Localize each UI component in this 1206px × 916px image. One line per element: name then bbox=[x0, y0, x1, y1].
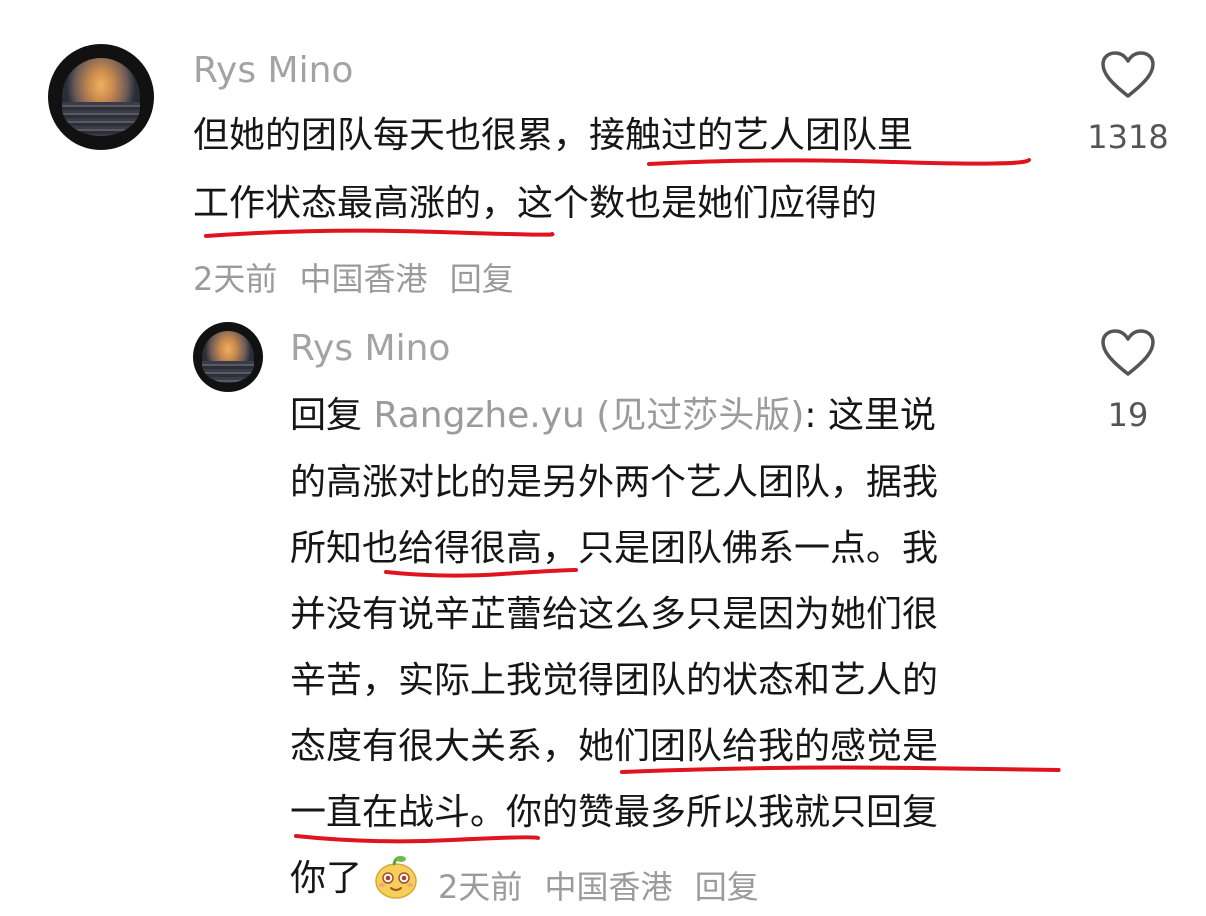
comment-text-line-2: 工作状态最高涨的，这个数也是她们应得的 bbox=[193, 183, 878, 224]
comment-meta: 2天前 中国香港 回复 bbox=[193, 254, 526, 300]
red-underline-mark-2 bbox=[204, 228, 555, 238]
smiling-bean-emoji-icon bbox=[375, 856, 417, 899]
reply-text-line-7: 一直在战斗。你的赞最多所以我就只回复 bbox=[290, 792, 939, 833]
comment-reply-button[interactable]: 回复 bbox=[450, 260, 514, 298]
comment-time: 2天前 bbox=[193, 260, 278, 298]
comment-location: 中国香港 bbox=[299, 260, 428, 298]
reply-time: 2天前 bbox=[438, 868, 523, 906]
avatar-sea-image bbox=[61, 102, 141, 137]
reply-meta: 2天前 中国香港 回复 bbox=[438, 862, 771, 908]
comment-username[interactable]: Rys Mino bbox=[193, 50, 353, 91]
reply-text-line-6: 态度有很大关系，她们团队给我的感觉是 bbox=[290, 726, 939, 767]
reply-text-line-1: 回复 Rangzhe.yu (见过莎头版): 这里说 bbox=[290, 398, 936, 434]
reply-text-line-3: 所知也给得很高，只是团队佛系一点。我 bbox=[290, 528, 939, 569]
reply-like-count: 19 bbox=[1107, 396, 1149, 434]
avatar-sea-image bbox=[202, 360, 254, 383]
reply-reply-button[interactable]: 回复 bbox=[695, 868, 759, 906]
reply-avatar[interactable] bbox=[193, 322, 263, 392]
like-heart-icon[interactable] bbox=[1100, 50, 1156, 100]
reply-first-line-rest: : 这里说 bbox=[804, 395, 936, 436]
reply-text-line-4: 并没有说辛芷蕾给这么多只是因为她们很 bbox=[290, 594, 939, 635]
comment-like-count: 1318 bbox=[1087, 118, 1169, 156]
reply-last-line: 你了 bbox=[290, 858, 363, 899]
avatar[interactable] bbox=[48, 44, 154, 150]
reply-text-line-2: 的高涨对比的是另外两个艺人团队，据我 bbox=[290, 462, 939, 503]
reply-prefix: 回复 bbox=[290, 395, 363, 436]
reply-username[interactable]: Rys Mino bbox=[290, 328, 450, 369]
reply-location: 中国香港 bbox=[544, 868, 673, 906]
reply-target-user[interactable]: Rangzhe.yu (见过莎头版) bbox=[373, 395, 804, 436]
reply-text-line-5: 辛苦，实际上我觉得团队的状态和艺人的 bbox=[290, 660, 939, 701]
reply-like-heart-icon[interactable] bbox=[1100, 328, 1156, 378]
comment-text-line-1: 但她的团队每天也很累，接触过的艺人团队里 bbox=[193, 115, 914, 156]
